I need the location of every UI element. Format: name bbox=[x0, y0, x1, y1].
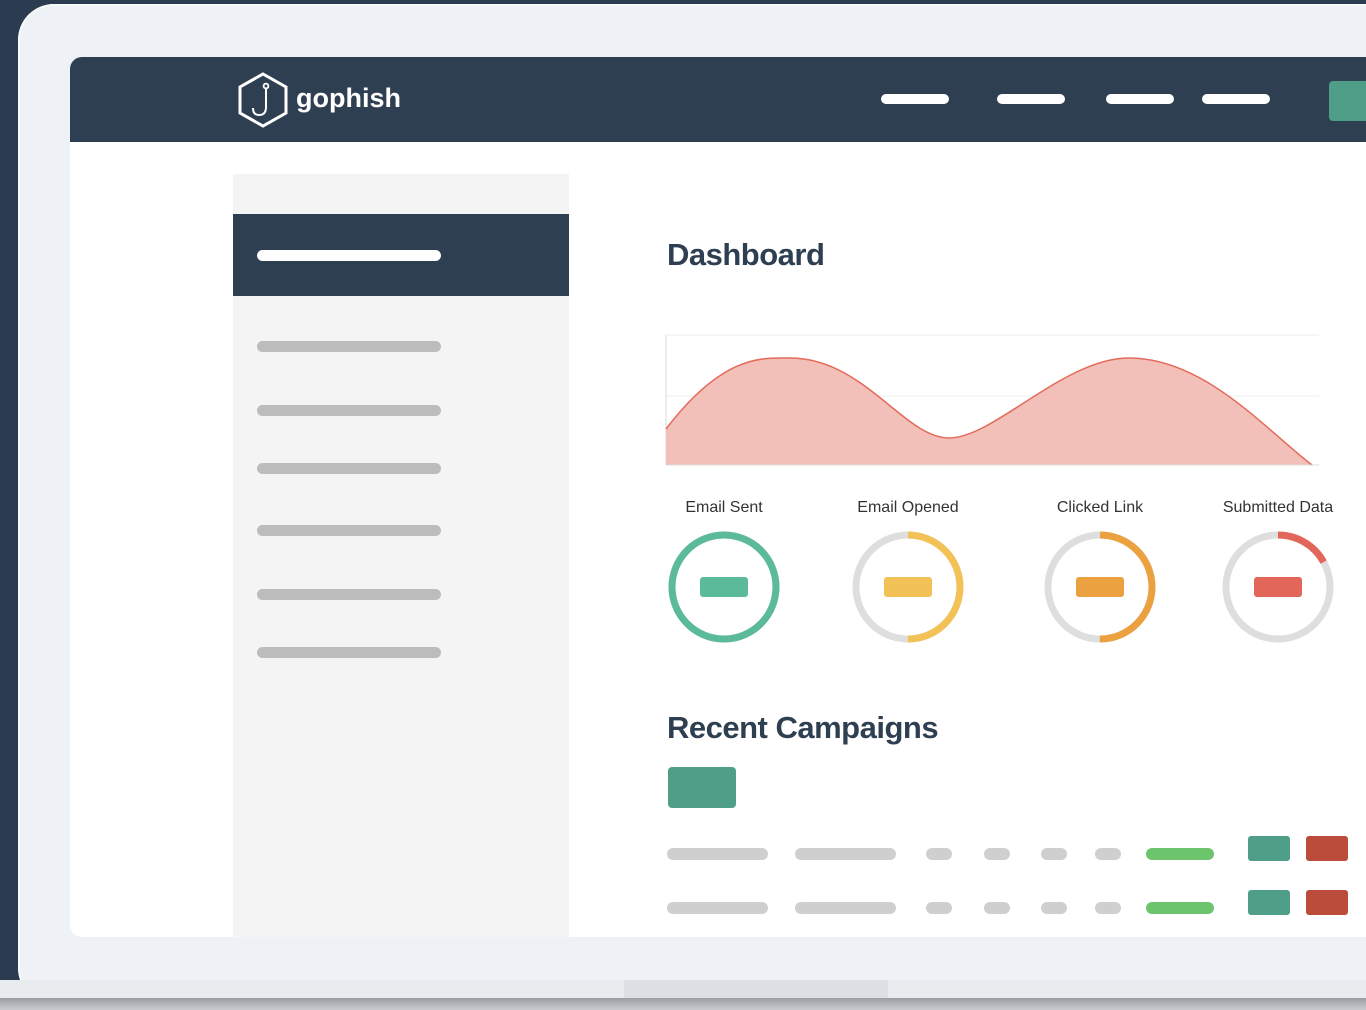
brand-name: gophish bbox=[296, 82, 401, 113]
nav-link-3[interactable] bbox=[1106, 94, 1174, 104]
row-view-button[interactable] bbox=[1248, 836, 1290, 861]
stat-label: Clicked Link bbox=[1056, 499, 1144, 516]
stat-label: Submitted Data bbox=[1222, 499, 1334, 516]
stat-email-sent: Email Sent bbox=[649, 497, 799, 647]
sidebar-item-5[interactable] bbox=[257, 589, 441, 600]
table-row bbox=[667, 890, 1366, 915]
donut-value-placeholder bbox=[884, 577, 932, 597]
sidebar-item-3[interactable] bbox=[257, 463, 441, 474]
nav-link-2[interactable] bbox=[997, 94, 1065, 104]
section-title: Recent Campaigns bbox=[667, 710, 939, 745]
stat-clicked-link: Clicked Link bbox=[1025, 497, 1175, 647]
sidebar-item-2[interactable] bbox=[257, 405, 441, 416]
stat-label: Email Sent bbox=[685, 499, 763, 516]
row-view-button[interactable] bbox=[1248, 890, 1290, 915]
stat-donut bbox=[1044, 531, 1156, 643]
sidebar-item-active[interactable] bbox=[233, 214, 569, 296]
row-cell-stat bbox=[1041, 902, 1067, 914]
sidebar-item-label bbox=[257, 250, 441, 261]
stat-label: Email Opened bbox=[857, 499, 959, 516]
row-cell-name bbox=[667, 902, 768, 914]
stat-email-opened: Email Opened bbox=[833, 497, 983, 647]
sidebar-item-4[interactable] bbox=[257, 525, 441, 536]
row-cell-name bbox=[667, 848, 768, 860]
nav-link-1[interactable] bbox=[881, 94, 949, 104]
row-cell-date bbox=[795, 848, 896, 860]
row-cell-date bbox=[795, 902, 896, 914]
page-title: Dashboard bbox=[667, 237, 825, 272]
nav-link-4[interactable] bbox=[1202, 94, 1270, 104]
row-delete-button[interactable] bbox=[1306, 890, 1348, 915]
row-status-badge bbox=[1146, 902, 1214, 914]
stat-submitted-data: Submitted Data bbox=[1203, 497, 1353, 647]
timeline-area bbox=[666, 357, 1312, 465]
sidebar bbox=[233, 174, 569, 937]
stat-donut bbox=[668, 531, 780, 643]
hook-hexagon-icon bbox=[238, 72, 288, 128]
stat-donut bbox=[1222, 531, 1334, 643]
timeline-chart bbox=[665, 334, 1319, 466]
row-cell-stat bbox=[926, 902, 952, 914]
row-cell-stat bbox=[926, 848, 952, 860]
brand-logo[interactable]: gophish bbox=[236, 71, 401, 129]
donut-value-placeholder bbox=[700, 577, 748, 597]
nav-user-button[interactable] bbox=[1329, 81, 1366, 121]
donut-value-placeholder bbox=[1076, 577, 1124, 597]
row-cell-stat bbox=[1041, 848, 1067, 860]
stat-donut bbox=[852, 531, 964, 643]
sidebar-item-6[interactable] bbox=[257, 647, 441, 658]
laptop-base-notch bbox=[624, 980, 888, 998]
donut-value-placeholder bbox=[1254, 577, 1302, 597]
table-row bbox=[667, 836, 1366, 861]
top-navbar: gophish bbox=[70, 57, 1366, 142]
row-cell-stat bbox=[984, 902, 1010, 914]
sidebar-item-1[interactable] bbox=[257, 341, 441, 352]
row-delete-button[interactable] bbox=[1306, 836, 1348, 861]
new-campaign-button[interactable] bbox=[668, 767, 736, 808]
app-window: gophish Dashboard Email Sent Email Opene… bbox=[70, 57, 1366, 937]
row-status-badge bbox=[1146, 848, 1214, 860]
row-cell-stat bbox=[984, 848, 1010, 860]
row-cell-stat bbox=[1095, 848, 1121, 860]
row-cell-stat bbox=[1095, 902, 1121, 914]
